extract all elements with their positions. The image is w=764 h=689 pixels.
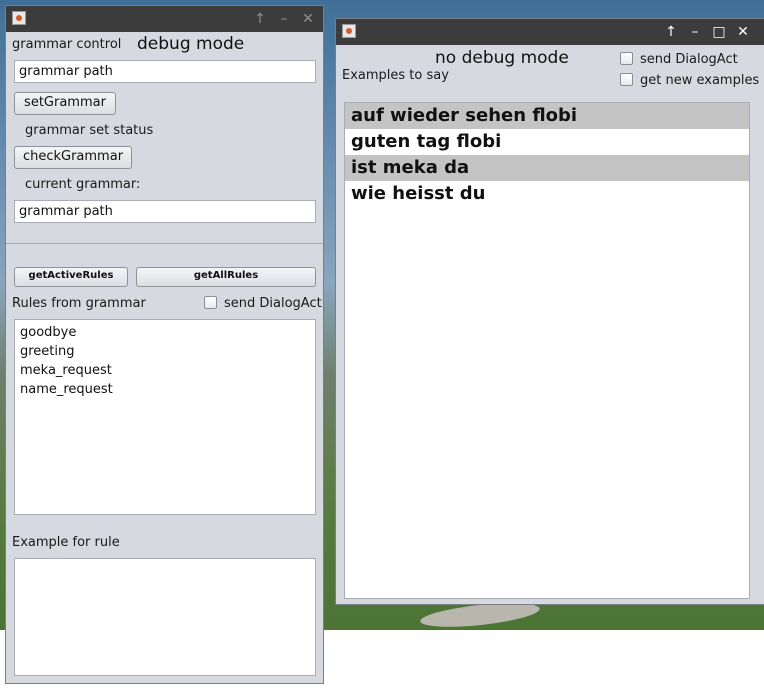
grammar-control-window: ↑ – ✕ grammar control debug mode grammar… [5, 5, 324, 684]
get-active-rules-button[interactable]: getActiveRules [14, 267, 128, 287]
example-textarea[interactable] [14, 558, 316, 676]
current-grammar-input[interactable]: grammar path [14, 200, 316, 223]
examples-to-say-label: Examples to say [342, 68, 449, 83]
minimize-icon[interactable]: – [275, 10, 293, 28]
get-new-examples-label: get new examples [640, 73, 760, 88]
window-titlebar[interactable]: ↑ – □ ✕ [336, 19, 764, 45]
grammar-set-status: grammar set status [25, 123, 154, 138]
list-item[interactable]: wie heisst du [345, 181, 749, 207]
debug-mode-title: debug mode [137, 34, 245, 54]
list-item[interactable]: ist meka da [345, 155, 749, 181]
examples-list[interactable]: auf wieder sehen flobi guten tag flobi i… [344, 102, 750, 599]
desktop-blank-area [334, 630, 764, 689]
rules-from-grammar-label: Rules from grammar [12, 296, 146, 311]
send-dialogact-label: send DialogAct [640, 52, 738, 67]
list-item[interactable]: greeting [15, 342, 315, 361]
get-new-examples-checkbox[interactable] [620, 73, 633, 86]
examples-window: ↑ – □ ✕ no debug mode Examples to say se… [335, 18, 764, 605]
get-all-rules-button[interactable]: getAllRules [136, 267, 316, 287]
maximize-icon[interactable]: ↑ [251, 10, 269, 28]
close-icon[interactable]: ✕ [734, 23, 752, 41]
send-dialogact-checkbox[interactable] [204, 296, 217, 309]
window-titlebar[interactable]: ↑ – ✕ [6, 6, 323, 32]
current-grammar-label: current grammar: [25, 177, 141, 192]
list-item[interactable]: name_request [15, 380, 315, 399]
maximize-icon[interactable]: ↑ [662, 23, 680, 41]
grammar-control-label: grammar control [12, 37, 122, 52]
no-debug-mode-title: no debug mode [435, 48, 569, 68]
minimize-icon[interactable]: – [686, 23, 704, 41]
list-item[interactable]: auf wieder sehen flobi [345, 103, 749, 129]
list-item[interactable]: goodbye [15, 323, 315, 342]
example-for-rule-label: Example for rule [12, 535, 120, 550]
java-app-icon [342, 24, 356, 38]
set-grammar-button[interactable]: setGrammar [14, 92, 116, 115]
restore-icon[interactable]: □ [710, 23, 728, 41]
section-divider [6, 243, 323, 244]
send-dialogact-label: send DialogAct [224, 296, 322, 311]
check-grammar-button[interactable]: checkGrammar [14, 146, 132, 169]
grammar-path-input[interactable]: grammar path [14, 60, 316, 83]
list-item[interactable]: guten tag flobi [345, 129, 749, 155]
close-icon[interactable]: ✕ [299, 10, 317, 28]
rules-list[interactable]: goodbye greeting meka_request name_reque… [14, 319, 316, 515]
list-item[interactable]: meka_request [15, 361, 315, 380]
java-app-icon [12, 11, 26, 25]
send-dialogact-checkbox[interactable] [620, 52, 633, 65]
